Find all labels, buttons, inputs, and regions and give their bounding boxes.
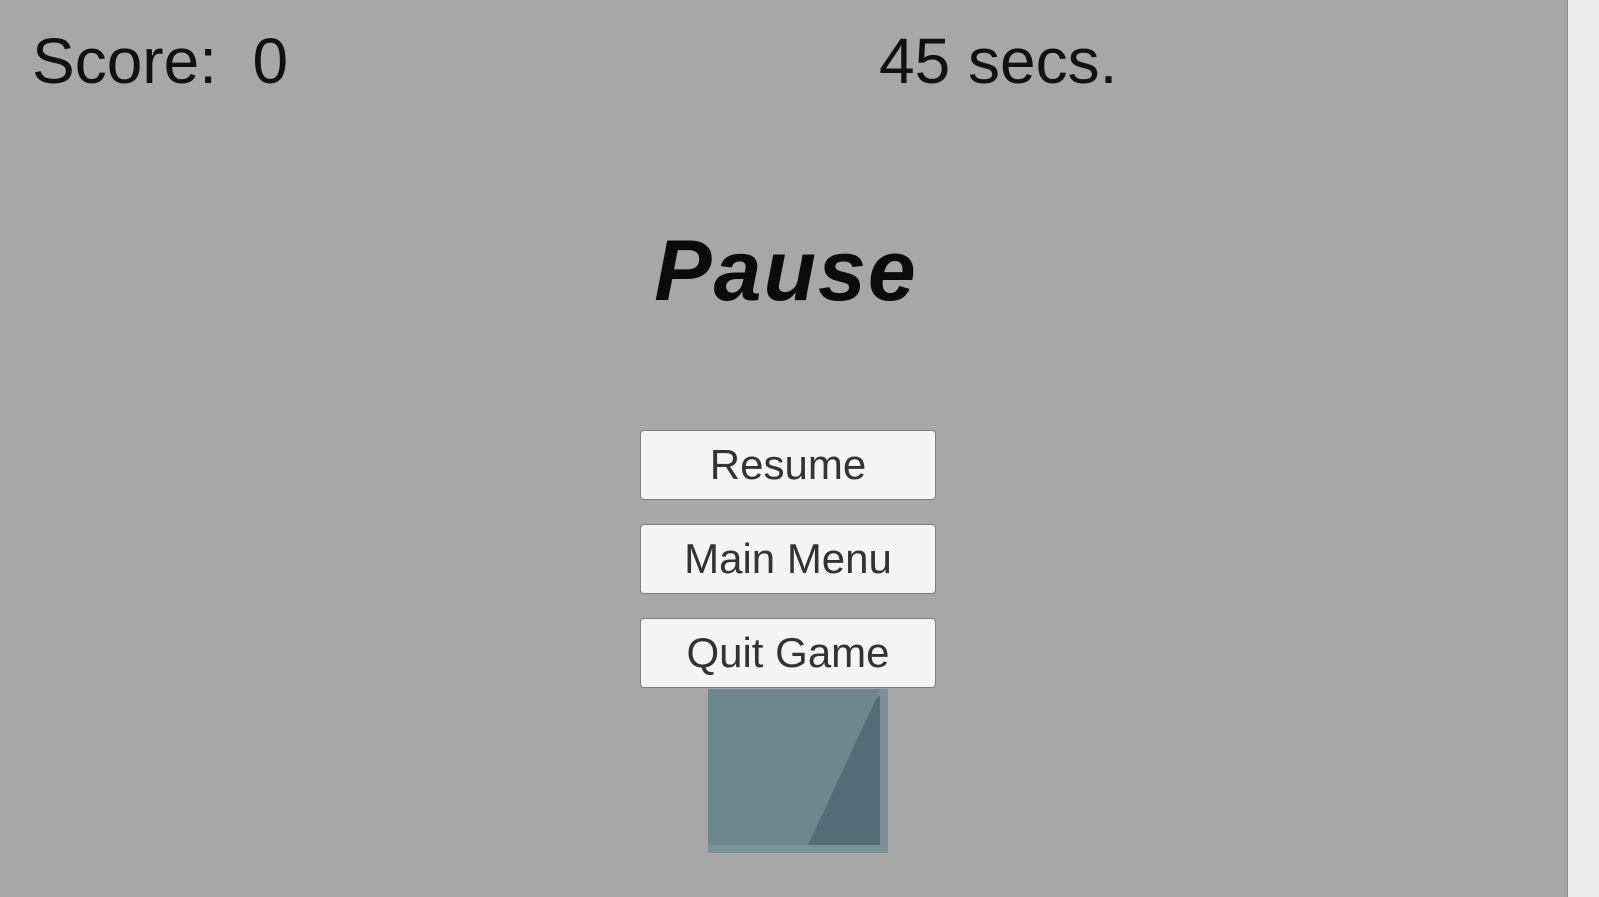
paddle-shadow xyxy=(808,695,880,845)
score-display: Score: 0 xyxy=(32,25,289,97)
game-view: Score: 0 45 secs. Pause Resume Main Menu… xyxy=(0,0,1599,897)
resume-button[interactable]: Resume xyxy=(640,430,936,500)
quit-game-button[interactable]: Quit Game xyxy=(640,618,936,688)
paddle-shading xyxy=(708,689,888,853)
main-menu-button[interactable]: Main Menu xyxy=(640,524,936,594)
pause-title: Pause xyxy=(654,223,918,319)
player-paddle xyxy=(708,689,888,853)
timer-display: 45 secs. xyxy=(879,25,1118,97)
window-right-edge xyxy=(1567,0,1599,897)
